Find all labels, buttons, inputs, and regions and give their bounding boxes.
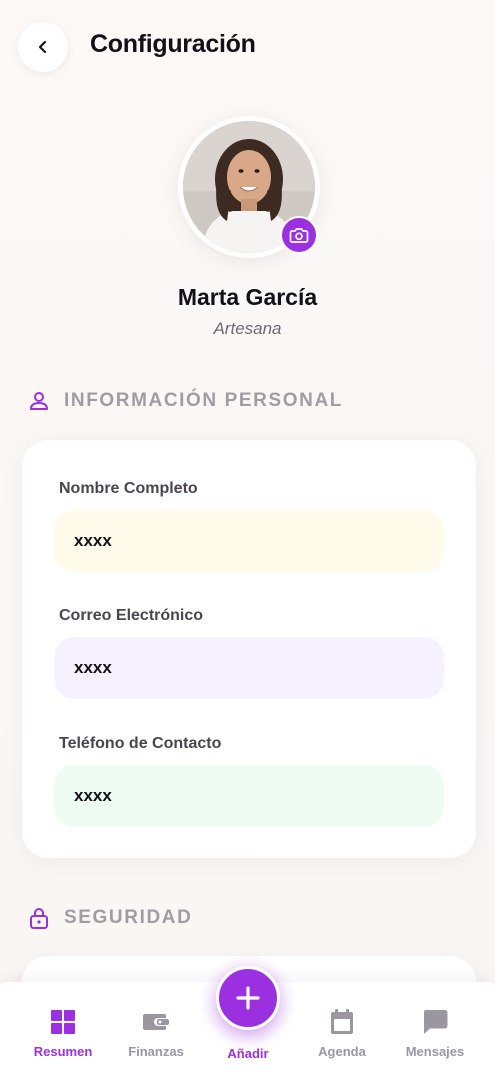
- section-personal-title: INFORMACIÓN PERSONAL: [64, 390, 343, 411]
- grid-icon: [51, 1010, 75, 1034]
- profile-role: Artesana: [213, 319, 282, 338]
- wallet-icon: [143, 1014, 169, 1030]
- camera-icon: [289, 228, 309, 243]
- section-personal-header: INFORMACIÓN PERSONAL: [28, 390, 343, 412]
- nav-label-anadir: Añadir: [227, 1046, 269, 1061]
- nav-label-finanzas: Finanzas: [128, 1044, 184, 1059]
- chevron-left-icon: [38, 40, 47, 54]
- nav-item-resumen[interactable]: Resumen: [18, 982, 108, 1078]
- page-title: Configuración: [90, 30, 256, 58]
- plus-icon: [236, 986, 260, 1010]
- section-security-header: SEGURIDAD: [28, 906, 192, 930]
- email-label: Correo Electrónico: [59, 607, 204, 624]
- nav-item-mensajes[interactable]: Mensajes: [390, 982, 480, 1078]
- back-button[interactable]: [18, 22, 68, 72]
- nav-label-mensajes: Mensajes: [405, 1044, 465, 1059]
- profile-name: Marta García: [177, 284, 318, 310]
- header: Configuración: [0, 0, 495, 95]
- full-name-field[interactable]: xxxx: [54, 510, 444, 572]
- user-icon: [30, 392, 48, 410]
- phone-field[interactable]: xxxx: [54, 765, 444, 827]
- section-security-title: SEGURIDAD: [64, 907, 193, 928]
- nav-item-agenda[interactable]: Agenda: [297, 982, 387, 1078]
- nav-item-finanzas[interactable]: Finanzas: [111, 982, 201, 1078]
- lock-icon: [30, 908, 48, 929]
- nav-label-resumen: Resumen: [33, 1044, 93, 1059]
- personal-info-card: Nombre Completo xxxx Correo Electrónico …: [22, 440, 476, 858]
- chat-icon: [423, 1010, 448, 1034]
- nav-label-agenda: Agenda: [318, 1044, 366, 1059]
- full-name-label: Nombre Completo: [59, 480, 198, 497]
- phone-label: Teléfono de Contacto: [59, 735, 222, 752]
- email-field[interactable]: xxxx: [54, 637, 444, 699]
- add-button[interactable]: [216, 966, 280, 1030]
- change-photo-button[interactable]: [280, 216, 318, 254]
- calendar-icon: [331, 1009, 353, 1034]
